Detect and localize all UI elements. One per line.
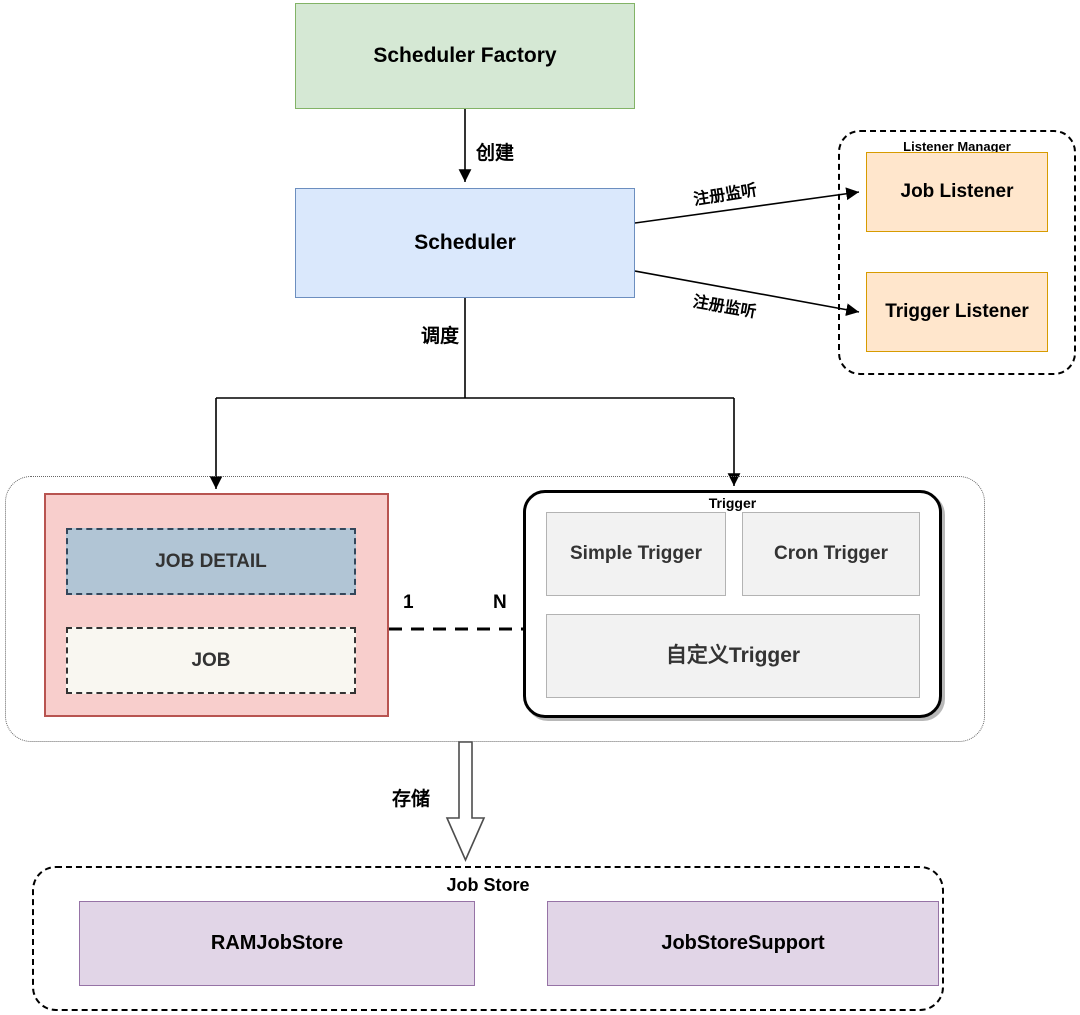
node-cron-trigger[interactable]: Cron Trigger xyxy=(742,512,920,596)
node-scheduler[interactable]: Scheduler xyxy=(295,188,635,298)
edge-label-cardinality-n: N xyxy=(490,592,510,614)
edge-label-cardinality-one: 1 xyxy=(400,592,417,614)
node-job-detail[interactable]: JOB DETAIL xyxy=(66,528,356,595)
node-scheduler-factory[interactable]: Scheduler Factory xyxy=(295,3,635,109)
edge-label-store: 存储 xyxy=(389,784,434,811)
edge-label-register-listener-trigger: 注册监听 xyxy=(688,287,762,323)
edge-label-register-listener-job: 注册监听 xyxy=(688,175,762,211)
group-label-trigger: Trigger xyxy=(708,494,757,511)
node-ram-job-store[interactable]: RAMJobStore xyxy=(79,901,475,986)
node-job-listener[interactable]: Job Listener xyxy=(866,152,1048,232)
node-custom-trigger[interactable]: 自定义Trigger xyxy=(546,614,920,698)
node-simple-trigger[interactable]: Simple Trigger xyxy=(546,512,726,596)
node-job-store-support[interactable]: JobStoreSupport xyxy=(547,901,939,986)
diagram-canvas: Scheduler Factory 创建 Scheduler 调度 注册监听 注… xyxy=(0,0,1080,1015)
node-job[interactable]: JOB xyxy=(66,627,356,694)
edge-scheduler-dispatch xyxy=(209,298,741,489)
edge-store-block-arrow xyxy=(445,741,486,862)
group-label-job-store: Job Store xyxy=(446,874,530,895)
edge-label-schedule: 调度 xyxy=(418,321,463,348)
node-trigger-listener[interactable]: Trigger Listener xyxy=(866,272,1048,352)
edge-label-create: 创建 xyxy=(473,138,518,165)
